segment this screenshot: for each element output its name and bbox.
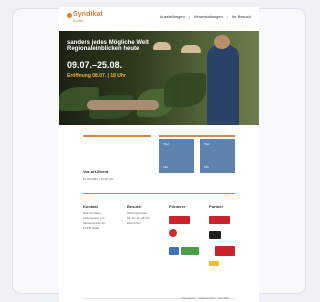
footer-divider	[83, 193, 235, 194]
lamp-shape	[181, 45, 201, 53]
partner-logo[interactable]	[215, 246, 235, 256]
hero-dates: 09.07.–25.08.	[67, 60, 123, 70]
accent-line	[159, 135, 235, 137]
partner-logo[interactable]	[209, 261, 219, 266]
site-logo-subtitle: Kultur	[73, 18, 84, 23]
event-meta: 01.09.2024 | 19:00 Uhr	[83, 177, 114, 181]
footer-contact-line: Kulturverein e.V.	[83, 216, 105, 220]
content-section: Vor-ort-Event 01.09.2024 | 19:00 Uhr Tit…	[59, 135, 259, 185]
main-navigation: Ausstellungen | Veranstaltungen | Ihr Be…	[160, 14, 251, 20]
event-title[interactable]: Vor-ort-Event	[83, 170, 108, 174]
sponsor-logo-ring[interactable]	[169, 229, 177, 237]
nav-item-visit[interactable]: Ihr Besuch	[232, 14, 251, 20]
site-footer: Kontakt Das Syndikat Kulturverein e.V. M…	[59, 202, 259, 302]
sponsor-logo[interactable]	[169, 216, 190, 224]
partner-logo[interactable]	[209, 231, 221, 239]
partner-logo[interactable]	[209, 216, 230, 224]
footer-visit-line: Mi–So 11–18 Uhr	[127, 216, 151, 220]
site-header: Syndikat Kultur Ausstellungen | Veransta…	[59, 7, 259, 31]
sponsor-logo[interactable]	[169, 247, 179, 255]
hero-title: sanders jedes Mögliche Welt Regionaleinb…	[67, 40, 149, 52]
nav-item-exhibitions[interactable]: Ausstellungen	[160, 14, 185, 20]
plant-shape	[164, 73, 206, 107]
footer-contact-line: Musterstraße 12	[83, 221, 105, 225]
footer-partners-title: Partner	[209, 204, 224, 209]
tile-label-top: Titel	[163, 142, 169, 146]
nav-separator: |	[226, 14, 228, 19]
accent-line	[83, 135, 151, 137]
footer-visit-title: Besuch	[127, 204, 142, 209]
sponsor-logo[interactable]	[181, 247, 199, 255]
artist-figure	[207, 45, 239, 125]
footer-visit-line: Eintritt frei	[127, 221, 141, 225]
artist-head	[214, 35, 230, 49]
reclining-figure	[87, 100, 159, 110]
logo-mark	[67, 13, 72, 18]
hero-opening: Eröffnung 08.07. | 18 Uhr	[67, 73, 126, 79]
tile-label-bottom: Info	[163, 165, 169, 169]
website-page: Syndikat Kultur Ausstellungen | Veransta…	[59, 7, 259, 302]
bottom-link[interactable]: Kontakt	[219, 297, 229, 300]
bottom-link[interactable]: Datenschutz	[199, 297, 216, 300]
bottom-links: Impressum Datenschutz Kontakt	[181, 297, 229, 300]
content-tile[interactable]: Titel Info	[159, 139, 194, 173]
footer-sponsors-title: Förderer	[169, 204, 186, 209]
tile-label-bottom: Info	[204, 165, 210, 169]
footer-contact-title: Kontakt	[83, 204, 98, 209]
footer-contact-line: Das Syndikat	[83, 211, 101, 215]
nav-separator: |	[188, 14, 190, 19]
site-logo[interactable]: Syndikat	[73, 11, 103, 18]
tile-label-top: Titel	[204, 142, 210, 146]
footer-contact-line: 12345 Stadt	[83, 226, 100, 230]
bottom-link[interactable]: Impressum	[181, 297, 196, 300]
content-tile[interactable]: Titel Info	[200, 139, 235, 173]
nav-item-events[interactable]: Veranstaltungen	[194, 14, 223, 20]
hero-banner[interactable]: sanders jedes Mögliche Welt Regionaleinb…	[59, 31, 259, 125]
footer-visit-line: Öffnungszeiten	[127, 211, 148, 215]
